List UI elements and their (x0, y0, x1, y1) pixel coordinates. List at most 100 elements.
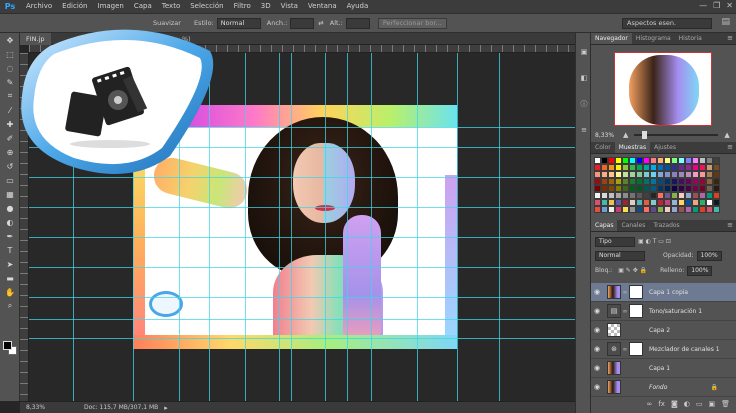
panel-menu-icon[interactable]: ≡ (727, 142, 733, 153)
color-swatch[interactable] (664, 192, 671, 199)
color-swatch[interactable] (657, 206, 664, 213)
type-tool-icon[interactable]: T (0, 243, 20, 257)
color-swatch[interactable] (643, 157, 650, 164)
color-swatch[interactable] (636, 206, 643, 213)
layer-name[interactable]: Capa 2 (649, 327, 670, 334)
color-swatch[interactable] (629, 157, 636, 164)
menu-ventana[interactable]: Ventana (303, 0, 342, 13)
color-swatch[interactable] (664, 164, 671, 171)
tab-histograma[interactable]: Histograma (632, 33, 675, 44)
color-swatch[interactable] (713, 171, 720, 178)
status-menu-arrow-icon[interactable]: ▸ (164, 404, 168, 412)
tab-ajustes[interactable]: Ajustes (650, 142, 680, 153)
color-swatch[interactable] (685, 164, 692, 171)
color-swatch[interactable] (692, 206, 699, 213)
color-swatch[interactable] (636, 178, 643, 185)
color-swatch[interactable] (650, 199, 657, 206)
tab-trazados[interactable]: Trazados (649, 220, 683, 231)
color-swatch[interactable] (678, 171, 685, 178)
tab-navegador[interactable]: Navegador (591, 33, 632, 44)
navigator-zoom-knob[interactable] (642, 131, 648, 139)
color-swatch[interactable] (650, 157, 657, 164)
layer-name[interactable]: Fondo (649, 384, 667, 391)
blend-mode-select[interactable]: Normal (595, 250, 645, 261)
color-swatch[interactable] (601, 164, 608, 171)
layer-row[interactable]: ◉ ▤ ∞ Tono/saturación 1 (591, 302, 736, 321)
color-swatch[interactable] (629, 192, 636, 199)
character-panel-icon[interactable]: ≡ (576, 123, 592, 137)
color-swatch[interactable] (608, 192, 615, 199)
color-swatch[interactable] (692, 199, 699, 206)
color-swatch[interactable] (706, 206, 713, 213)
color-swatch[interactable] (706, 178, 713, 185)
tab-historia[interactable]: Historia (675, 33, 706, 44)
eye-icon[interactable]: ◉ (591, 288, 603, 296)
eye-icon[interactable]: ◉ (591, 326, 603, 334)
layer-name[interactable]: Mezclador de canales 1 (649, 346, 720, 353)
color-swatch[interactable] (699, 178, 706, 185)
color-swatch[interactable] (706, 171, 713, 178)
color-swatch[interactable] (650, 164, 657, 171)
color-swatch[interactable] (594, 185, 601, 192)
eye-icon[interactable]: ◉ (591, 364, 603, 372)
color-swatch[interactable] (622, 157, 629, 164)
color-swatch[interactable] (608, 206, 615, 213)
color-swatch[interactable] (685, 192, 692, 199)
color-swatch[interactable] (685, 178, 692, 185)
color-swatch[interactable] (615, 199, 622, 206)
eye-icon[interactable]: ◉ (591, 307, 603, 315)
color-swatch[interactable] (622, 199, 629, 206)
color-swatch[interactable] (699, 206, 706, 213)
altura-input[interactable] (345, 17, 370, 29)
color-swatch[interactable] (594, 192, 601, 199)
color-swatch[interactable] (608, 157, 615, 164)
pen-tool-icon[interactable]: ✒ (0, 229, 20, 243)
shape-tool-icon[interactable]: ▬ (0, 271, 20, 285)
info-panel-icon[interactable]: ⓘ (576, 97, 592, 111)
color-swatch[interactable] (643, 192, 650, 199)
history-panel-icon[interactable]: ▣ (576, 45, 592, 59)
adjustment-icon[interactable]: ◐ (684, 400, 690, 408)
color-swatch[interactable] (678, 185, 685, 192)
color-swatch[interactable] (601, 185, 608, 192)
color-swatch[interactable] (636, 171, 643, 178)
estilo-select[interactable]: Normal (216, 17, 261, 29)
color-swatch[interactable] (692, 157, 699, 164)
color-swatch[interactable] (671, 185, 678, 192)
color-swatch[interactable] (671, 171, 678, 178)
color-swatch[interactable] (692, 178, 699, 185)
color-swatch[interactable] (671, 164, 678, 171)
perfeccionar-borde-button[interactable]: Perfeccionar bor... (377, 17, 447, 29)
panel-menu-icon[interactable]: ≡ (727, 220, 733, 231)
color-swatch[interactable] (629, 206, 636, 213)
navigator-zoom-slider[interactable] (634, 131, 719, 139)
color-swatch[interactable] (615, 157, 622, 164)
layer-row[interactable]: ◉ ⊛ ∞ Mezclador de canales 1 (591, 340, 736, 359)
fill-input[interactable]: 100% (687, 265, 713, 276)
color-swatch[interactable] (678, 199, 685, 206)
fx-icon[interactable]: fx (658, 400, 665, 408)
menu-seleccion[interactable]: Selección (185, 0, 228, 13)
tab-canales[interactable]: Canales (617, 220, 649, 231)
color-swatch[interactable] (713, 157, 720, 164)
link-icon[interactable]: ∞ (647, 400, 653, 408)
navigator-thumbnail[interactable] (614, 52, 712, 126)
color-swatch[interactable] (643, 178, 650, 185)
color-swatch[interactable] (657, 199, 664, 206)
opacity-input[interactable]: 100% (696, 250, 722, 261)
color-swatch[interactable] (650, 171, 657, 178)
color-swatch[interactable] (657, 185, 664, 192)
color-swatch[interactable] (615, 192, 622, 199)
color-swatch[interactable] (706, 185, 713, 192)
color-swatch[interactable] (664, 157, 671, 164)
trash-icon[interactable]: 🗑 (721, 400, 730, 408)
filter-icons[interactable]: ▣ ◐ T ▭ ⊡ (638, 238, 671, 245)
menu-edicion[interactable]: Edición (57, 0, 92, 13)
link-icon[interactable]: ∞ (621, 308, 629, 315)
color-swatch[interactable] (650, 206, 657, 213)
color-swatch[interactable] (601, 199, 608, 206)
properties-panel-icon[interactable]: ◧ (576, 71, 592, 85)
color-swatch[interactable] (594, 178, 601, 185)
color-swatch[interactable] (594, 171, 601, 178)
color-swatch[interactable] (650, 178, 657, 185)
